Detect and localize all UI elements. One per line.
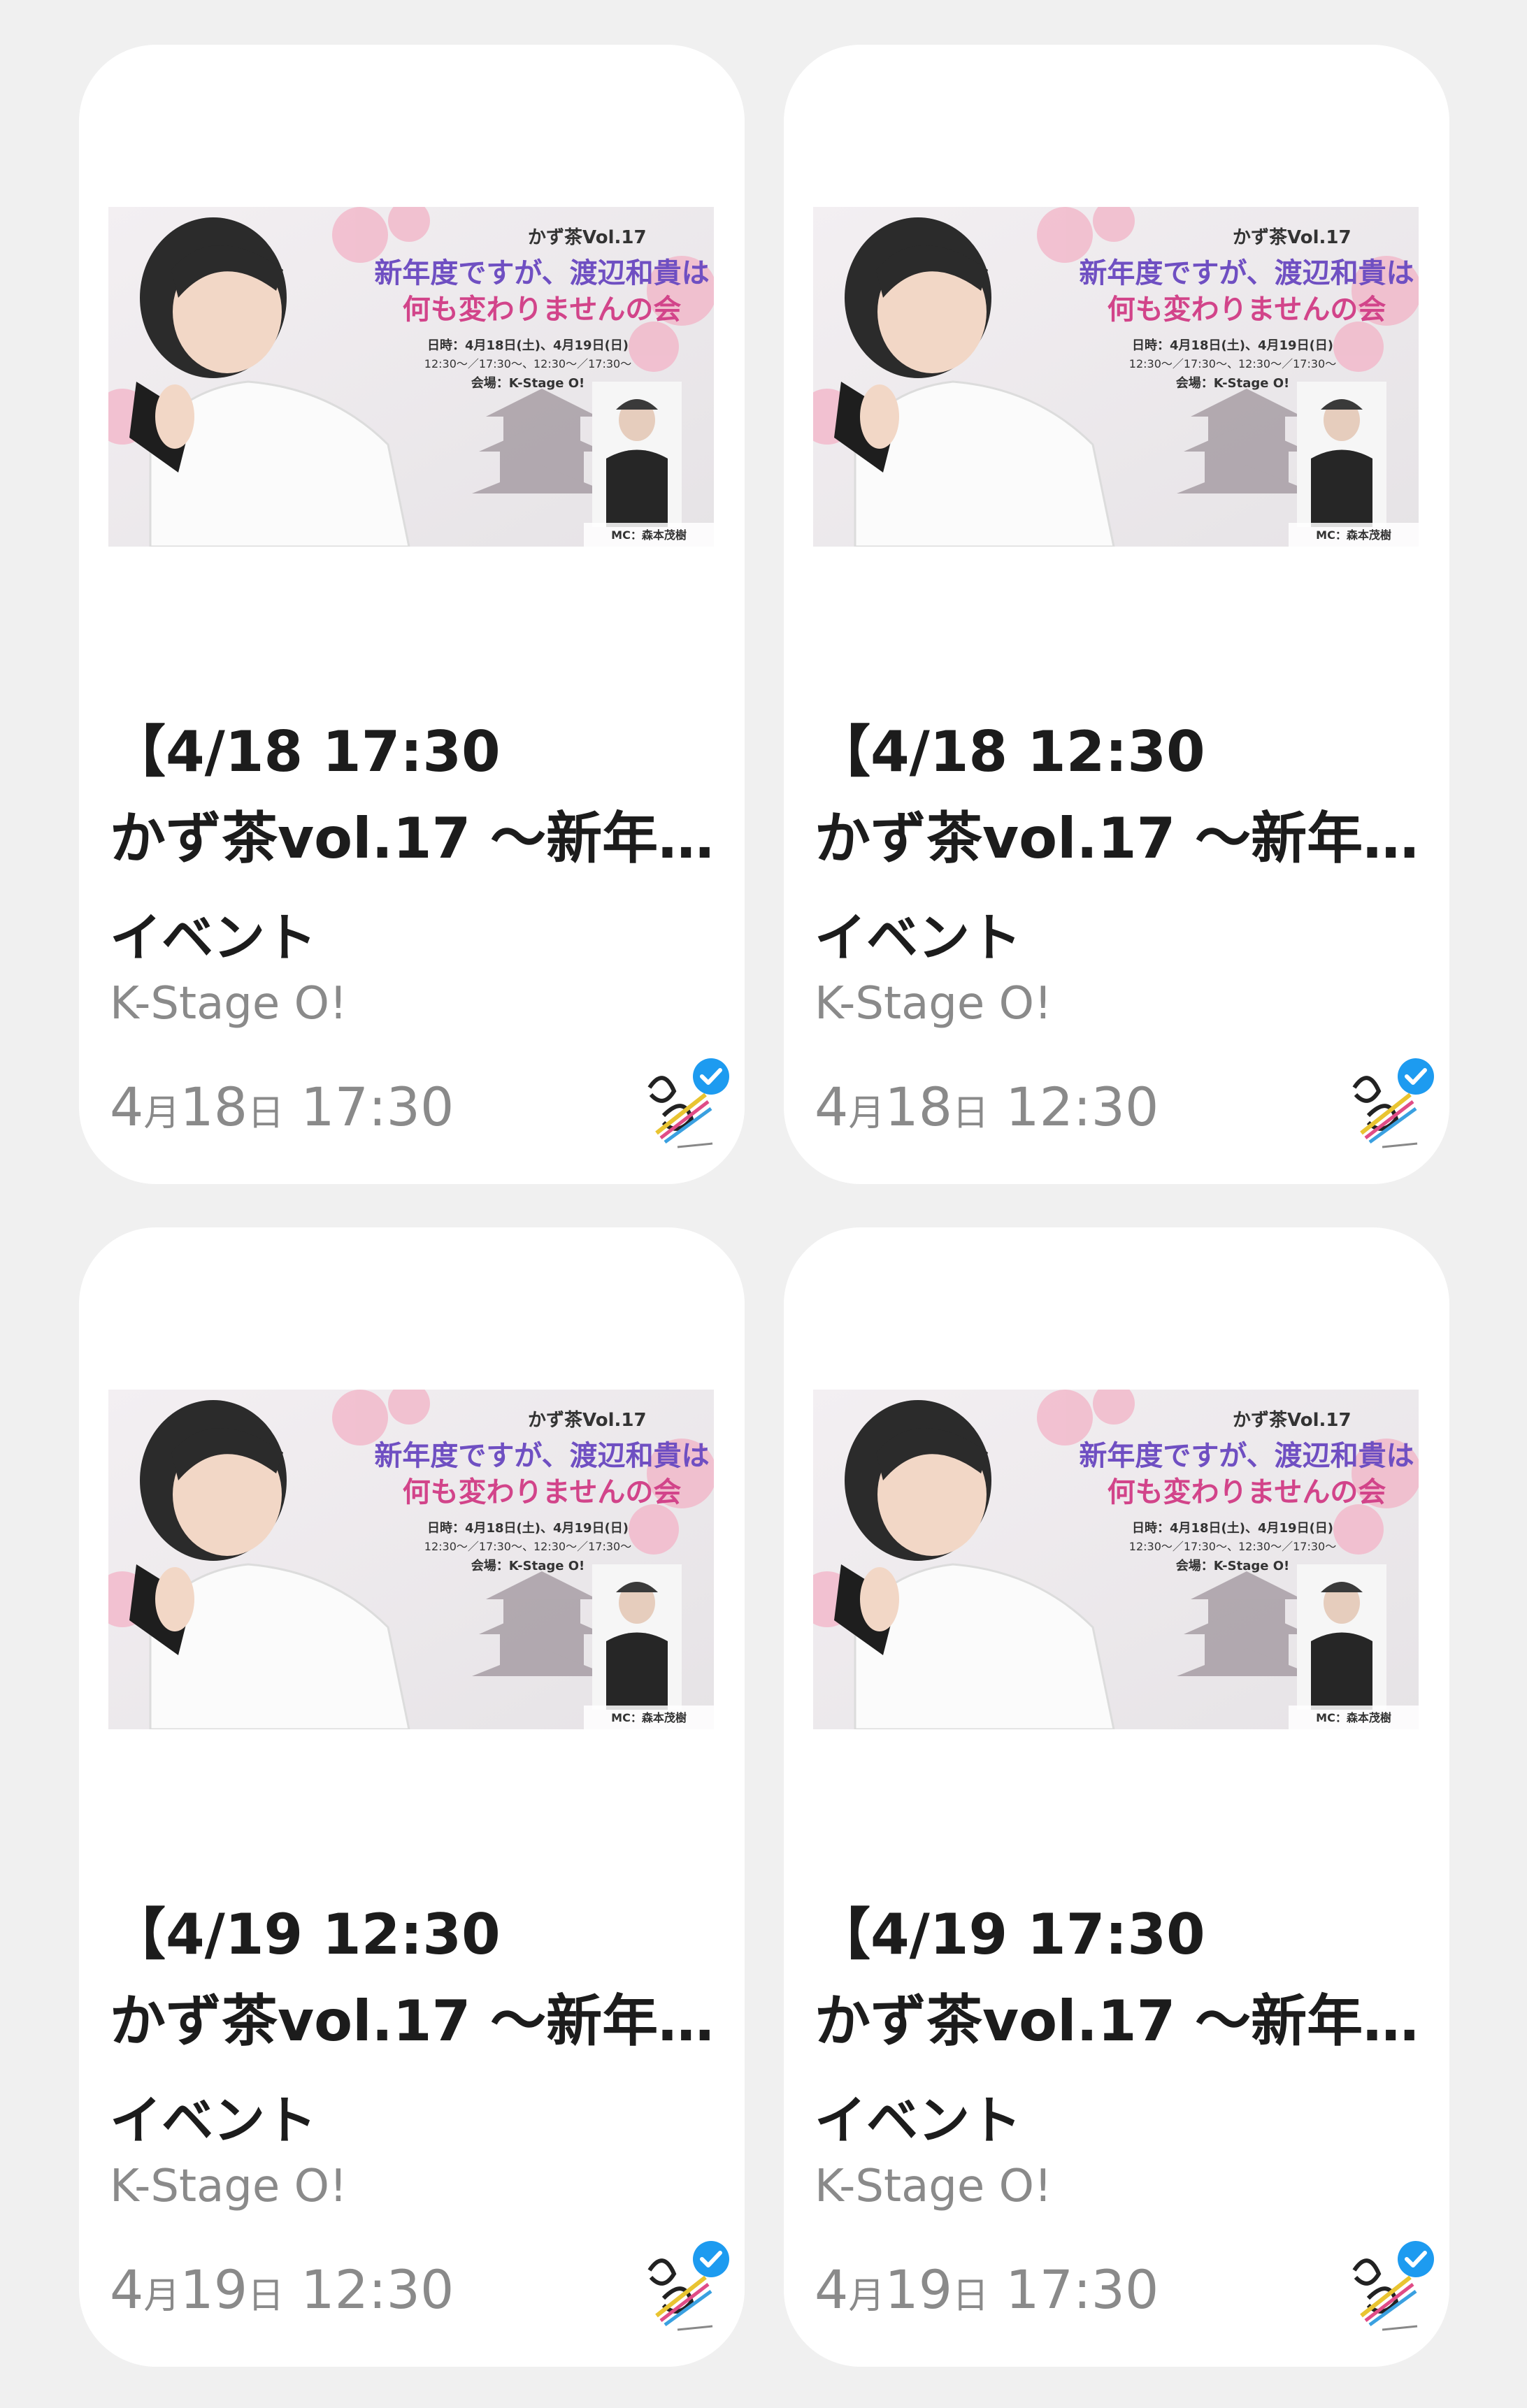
event-title-line2: かず茶vol.17 〜新年… [815, 806, 1416, 871]
event-date: 4月19日 12:30 [110, 2258, 454, 2321]
svg-text:新年度ですが、渡辺和貴は: 新年度ですが、渡辺和貴は [1079, 257, 1414, 289]
svg-text:新年度ですが、渡辺和貴は: 新年度ですが、渡辺和貴は [374, 257, 709, 289]
verified-badge-icon [1398, 2241, 1434, 2277]
svg-text:12:30〜／17:30〜、12:30〜／17:30〜: 12:30〜／17:30〜、12:30〜／17:30〜 [424, 357, 631, 370]
event-title-line1: 【4/19 17:30 [815, 1902, 1205, 1967]
svg-text:何も変わりませんの会: 何も変わりませんの会 [403, 294, 682, 326]
svg-text:MC：森本茂樹: MC：森本茂樹 [611, 528, 687, 542]
event-title-line1: 【4/18 17:30 [110, 719, 501, 784]
svg-text:MC：森本茂樹: MC：森本茂樹 [611, 1711, 687, 1724]
event-title-line1: 【4/19 12:30 [110, 1902, 501, 1967]
event-title-line2: かず茶vol.17 〜新年… [110, 1989, 711, 2054]
event-card-4[interactable]: かず茶Vol.17 新年度ですが、渡辺和貴は 何も変わりませんの会 日時：4月1… [784, 1227, 1449, 2367]
event-title-line1: 【4/18 12:30 [815, 719, 1205, 784]
event-title[interactable]: 【4/19 12:30 かず茶vol.17 〜新年… [110, 1891, 711, 2065]
event-date: 4月19日 17:30 [815, 2258, 1159, 2321]
svg-text:かず茶Vol.17: かず茶Vol.17 [1233, 227, 1352, 248]
svg-text:12:30〜／17:30〜、12:30〜／17:30〜: 12:30〜／17:30〜、12:30〜／17:30〜 [424, 1540, 631, 1553]
event-category: イベント [110, 2091, 317, 2151]
event-grid: かず茶Vol.17 新年度ですが、渡辺和貴は 何も変わりませんの会 日時：4月1… [0, 0, 1527, 2408]
event-title-line2: かず茶vol.17 〜新年… [815, 1989, 1416, 2054]
event-category: イベント [110, 908, 317, 968]
svg-text:会場：K-Stage O!: 会場：K-Stage O! [1176, 1558, 1289, 1573]
svg-text:日時：4月18日(土)、4月19日(日): 日時：4月18日(土)、4月19日(日) [427, 338, 629, 353]
event-date: 4月18日 17:30 [110, 1076, 454, 1138]
event-thumbnail: かず茶Vol.17 新年度ですが、渡辺和貴は 何も変わりませんの会 日時：4月1… [813, 1390, 1419, 1729]
svg-text:かず茶Vol.17: かず茶Vol.17 [528, 1410, 647, 1431]
svg-text:新年度ですが、渡辺和貴は: 新年度ですが、渡辺和貴は [1079, 1440, 1414, 1472]
event-thumbnail: かず茶Vol.17 新年度ですが、渡辺和貴は 何も変わりませんの会 日時：4月1… [108, 1390, 714, 1729]
verified-badge-icon [1398, 1058, 1434, 1095]
one-stroke-logo-icon[interactable] [636, 1053, 733, 1158]
event-card-3[interactable]: かず茶Vol.17 新年度ですが、渡辺和貴は 何も変わりませんの会 日時：4月1… [79, 1227, 745, 2367]
svg-text:何も変わりませんの会: 何も変わりませんの会 [1107, 1476, 1386, 1508]
event-category: イベント [815, 908, 1021, 968]
svg-text:何も変わりませんの会: 何も変わりませんの会 [1107, 294, 1386, 326]
event-venue: K-Stage O! [815, 2161, 1052, 2212]
svg-text:会場：K-Stage O!: 会場：K-Stage O! [471, 375, 585, 391]
svg-text:MC：森本茂樹: MC：森本茂樹 [1316, 528, 1391, 542]
event-thumbnail: かず茶Vol.17 新年度ですが、渡辺和貴は 何も変わりませんの会 日時：4月1… [108, 207, 714, 547]
svg-text:日時：4月18日(土)、4月19日(日): 日時：4月18日(土)、4月19日(日) [1132, 1521, 1333, 1536]
svg-text:12:30〜／17:30〜、12:30〜／17:30〜: 12:30〜／17:30〜、12:30〜／17:30〜 [1129, 357, 1336, 370]
svg-text:日時：4月18日(土)、4月19日(日): 日時：4月18日(土)、4月19日(日) [1132, 338, 1333, 353]
one-stroke-logo-icon[interactable] [636, 2235, 733, 2340]
event-title[interactable]: 【4/18 17:30 かず茶vol.17 〜新年… [110, 709, 711, 882]
svg-text:かず茶Vol.17: かず茶Vol.17 [528, 227, 647, 248]
verified-badge-icon [693, 1058, 729, 1095]
one-stroke-logo-icon[interactable] [1340, 1053, 1438, 1158]
event-title[interactable]: 【4/19 17:30 かず茶vol.17 〜新年… [815, 1891, 1416, 2065]
svg-text:会場：K-Stage O!: 会場：K-Stage O! [1176, 375, 1289, 391]
svg-text:MC：森本茂樹: MC：森本茂樹 [1316, 1711, 1391, 1724]
event-venue: K-Stage O! [110, 2161, 347, 2212]
event-date: 4月18日 12:30 [815, 1076, 1159, 1138]
svg-text:12:30〜／17:30〜、12:30〜／17:30〜: 12:30〜／17:30〜、12:30〜／17:30〜 [1129, 1540, 1336, 1553]
event-thumbnail: かず茶Vol.17 新年度ですが、渡辺和貴は 何も変わりませんの会 日時：4月1… [813, 207, 1419, 547]
one-stroke-logo-icon[interactable] [1340, 2235, 1438, 2340]
svg-text:日時：4月18日(土)、4月19日(日): 日時：4月18日(土)、4月19日(日) [427, 1521, 629, 1536]
verified-badge-icon [693, 2241, 729, 2277]
event-card-2[interactable]: かず茶Vol.17 新年度ですが、渡辺和貴は 何も変わりませんの会 日時：4月1… [784, 45, 1449, 1184]
svg-text:かず茶Vol.17: かず茶Vol.17 [1233, 1410, 1352, 1431]
event-title-line2: かず茶vol.17 〜新年… [110, 806, 711, 871]
event-venue: K-Stage O! [110, 978, 347, 1030]
event-category: イベント [815, 2091, 1021, 2151]
svg-text:新年度ですが、渡辺和貴は: 新年度ですが、渡辺和貴は [374, 1440, 709, 1472]
svg-text:何も変わりませんの会: 何も変わりませんの会 [403, 1476, 682, 1508]
event-venue: K-Stage O! [815, 978, 1052, 1030]
event-card-1[interactable]: かず茶Vol.17 新年度ですが、渡辺和貴は 何も変わりませんの会 日時：4月1… [79, 45, 745, 1184]
event-title[interactable]: 【4/18 12:30 かず茶vol.17 〜新年… [815, 709, 1416, 882]
svg-text:会場：K-Stage O!: 会場：K-Stage O! [471, 1558, 585, 1573]
